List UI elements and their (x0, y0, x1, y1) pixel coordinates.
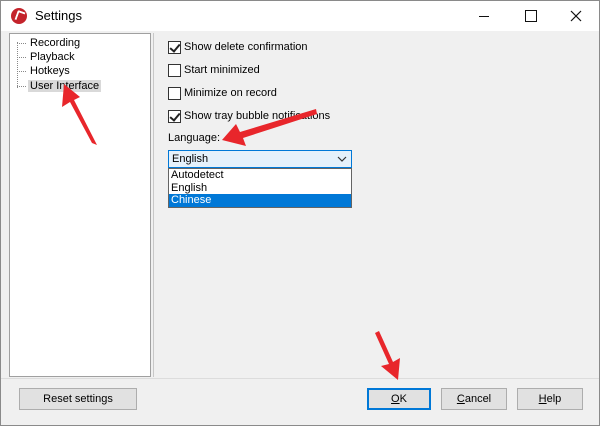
tree-item-hotkeys[interactable]: Hotkeys (16, 64, 72, 78)
tree-item-label: Recording (30, 37, 81, 49)
ok-mnemonic: O (391, 393, 400, 405)
title-bar[interactable]: Settings (1, 1, 599, 31)
tree-item-label: Hotkeys (30, 65, 70, 77)
maximize-button[interactable] (507, 1, 553, 31)
show-tray-bubble-option[interactable]: Show tray bubble notifications (168, 108, 330, 124)
tree-item-user-interface[interactable]: User Interface (16, 79, 102, 93)
show-delete-confirmation-option[interactable]: Show delete confirmation (168, 39, 308, 55)
start-minimized-option[interactable]: Start minimized (168, 62, 260, 78)
tree-item-recording[interactable]: Recording (16, 36, 82, 50)
help-button[interactable]: Help (517, 388, 583, 410)
cancel-button[interactable]: Cancel (441, 388, 507, 410)
help-mnemonic: H (538, 393, 547, 405)
chevron-down-icon[interactable] (337, 152, 347, 166)
cancel-mnemonic: C (456, 393, 465, 405)
tree-item-label: Playback (30, 51, 75, 63)
cancel-label-rest: ancel (464, 393, 492, 405)
settings-window: Settings Recording Playback Hotkeys User… (0, 0, 600, 426)
show-tray-bubble-checkbox[interactable] (168, 109, 181, 123)
start-minimized-checkbox[interactable] (168, 63, 181, 77)
language-select-value: English (172, 153, 209, 165)
close-icon (570, 10, 582, 22)
language-option-autodetect[interactable]: Autodetect (169, 169, 351, 182)
minimize-on-record-option[interactable]: Minimize on record (168, 85, 277, 101)
minimize-on-record-checkbox[interactable] (168, 86, 181, 100)
help-label-rest: elp (546, 393, 562, 405)
language-dropdown-list: Autodetect English Chinese (168, 168, 352, 208)
app-logo-icon (11, 8, 27, 24)
user-interface-settings-panel: Show delete confirmation Start minimized… (153, 33, 593, 377)
close-button[interactable] (553, 1, 599, 31)
ok-label-rest: K (399, 393, 407, 405)
checkbox-label: Minimize on record (184, 87, 277, 99)
show-delete-confirmation-checkbox[interactable] (168, 40, 181, 54)
reset-settings-button[interactable]: Reset settings (19, 388, 137, 410)
minimize-button[interactable] (461, 1, 507, 31)
language-option-chinese[interactable]: Chinese (169, 194, 351, 207)
checkbox-label: Show delete confirmation (184, 41, 308, 53)
ok-button[interactable]: OK (367, 388, 431, 410)
footer-divider (1, 378, 599, 379)
language-label: Language: (168, 132, 220, 144)
checkbox-label: Show tray bubble notifications (184, 110, 331, 122)
settings-category-tree: Recording Playback Hotkeys User Interfac… (9, 33, 151, 377)
window-title: Settings (35, 8, 82, 23)
language-option-english[interactable]: English (169, 182, 351, 195)
language-select[interactable]: English (168, 150, 352, 168)
tree-item-label: User Interface (28, 80, 102, 92)
tree-item-playback[interactable]: Playback (16, 50, 77, 64)
checkbox-label: Start minimized (184, 64, 260, 76)
